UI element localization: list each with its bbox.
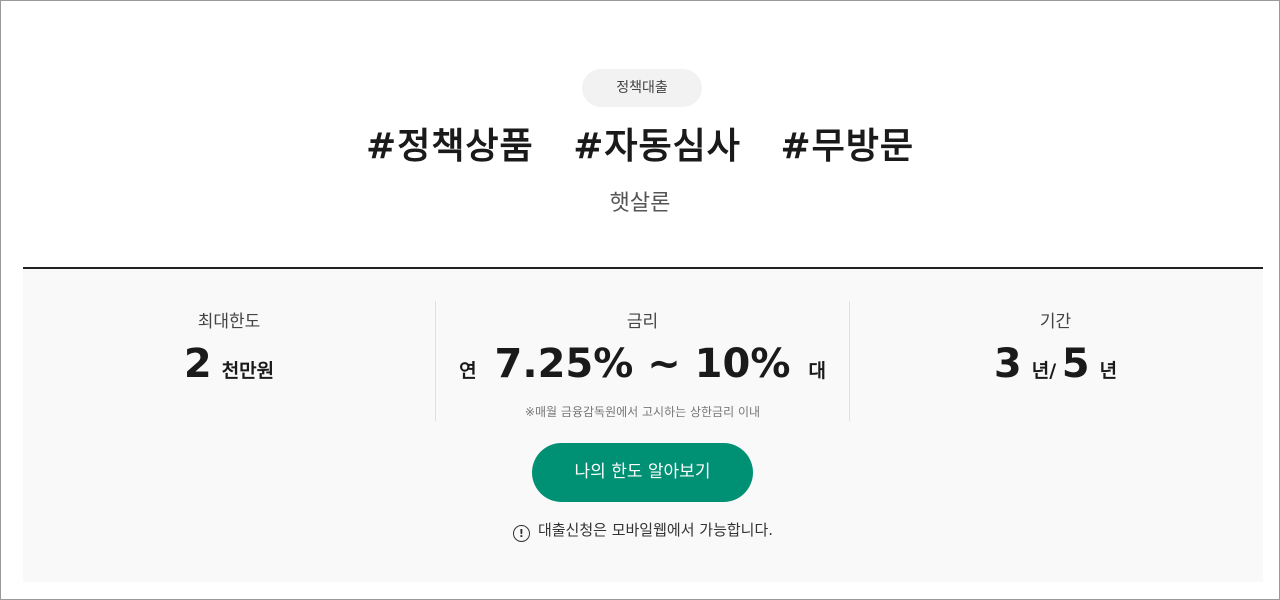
- product-header: 정책대출 #정책상품 #자동심사 #무방문 햇살론: [1, 1, 1279, 267]
- max-limit-section: 최대한도 2 천만원: [23, 301, 435, 421]
- product-name: 햇살론: [609, 191, 671, 216]
- mobile-notice: ! 대출신청은 모바일웹에서 가능합니다.: [23, 519, 1263, 542]
- check-my-limit-button[interactable]: 나의 한도 알아보기: [532, 443, 753, 502]
- loan-product-page: 정책대출 #정책상품 #자동심사 #무방문 햇살론 최대한도 2 천만원 금리 연…: [0, 0, 1280, 600]
- interest-rate-note: ※매월 금융감독원에서 고시하는 상한금리 이내: [524, 405, 761, 419]
- interest-rate-section: 금리 연 7.25% ~ 10% 대 ※매월 금융감독원에서 고시하는 상한금리 이…: [435, 301, 850, 421]
- info-icon: !: [512, 525, 530, 542]
- mobile-notice-text: 대출신청은 모바일웹에서 가능합니다.: [537, 521, 774, 539]
- interest-rate-value-row: 연 7.25% ~ 10% 대: [436, 341, 849, 387]
- loan-period-unit-2: 년: [1099, 360, 1118, 382]
- loan-period-value-1: 3: [993, 341, 1022, 387]
- loan-period-label: 기간: [1039, 312, 1072, 332]
- interest-rate-label: 금리: [626, 312, 659, 332]
- tag-no-visit: #무방문: [780, 126, 914, 167]
- interest-rate-suffix: 대: [808, 360, 826, 382]
- loan-period-value-row: 3 년/ 5년: [848, 341, 1263, 387]
- max-limit-value: 2: [183, 341, 212, 387]
- category-badge: 정책대출: [582, 69, 702, 107]
- loan-period-unit-1: 년/: [1031, 360, 1057, 382]
- max-limit-unit: 천만원: [221, 360, 275, 382]
- tag-auto-review: #자동심사: [573, 126, 741, 167]
- tag-policy-product: #정책상품: [366, 126, 534, 167]
- interest-rate-value: 7.25% ~ 10%: [494, 341, 791, 387]
- interest-rate-prefix: 연: [459, 360, 477, 382]
- product-tags: #정책상품 #자동심사 #무방문: [1, 117, 1279, 169]
- loan-period-section: 기간 3 년/ 5년: [848, 301, 1263, 421]
- loan-period-value-2: 5: [1061, 341, 1090, 387]
- max-limit-value-row: 2 천만원: [23, 341, 435, 387]
- loan-info-panel: 최대한도 2 천만원 금리 연 7.25% ~ 10% 대 ※매월 금융감독원에서 고…: [23, 267, 1263, 582]
- max-limit-label: 최대한도: [197, 312, 261, 332]
